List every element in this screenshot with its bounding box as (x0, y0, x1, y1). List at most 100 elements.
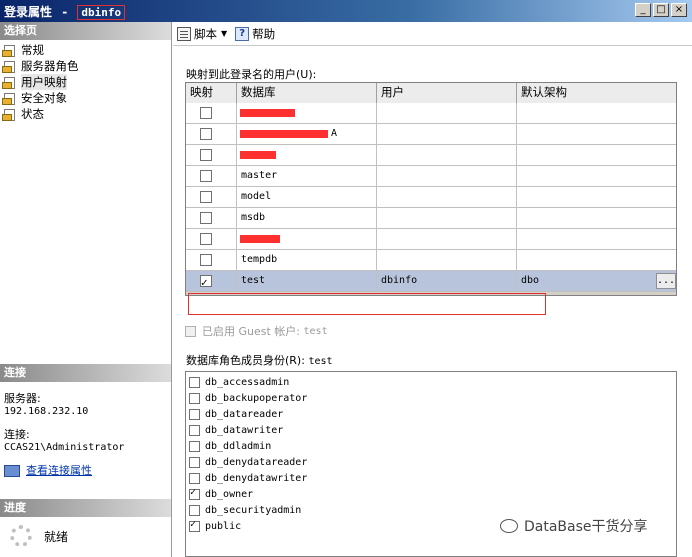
user-cell[interactable] (377, 250, 517, 271)
user-cell[interactable] (377, 124, 517, 145)
list-item[interactable]: db_denydatawriter (186, 470, 676, 486)
user-cell[interactable] (377, 229, 517, 250)
table-row[interactable] (186, 103, 676, 124)
page-item-general[interactable]: 常规 (2, 42, 171, 58)
script-label: 脚本 (194, 26, 217, 41)
role-checkbox[interactable] (189, 408, 200, 420)
map-checkbox[interactable] (200, 170, 212, 182)
default-schema-cell[interactable]: dbo... (517, 271, 676, 292)
default-schema-cell[interactable] (517, 208, 676, 229)
user-cell[interactable] (377, 145, 517, 166)
map-checkbox[interactable] (200, 128, 212, 140)
map-checkbox[interactable] (200, 212, 212, 224)
script-icon (177, 26, 191, 41)
map-checkbox[interactable] (200, 107, 212, 119)
column-header-database[interactable]: 数据库 (237, 83, 377, 104)
role-checkbox[interactable] (189, 472, 200, 484)
map-cell (186, 250, 237, 271)
column-header-default-schema[interactable]: 默认架构 (517, 83, 676, 104)
role-name: db_accessadmin (205, 376, 290, 388)
map-checkbox[interactable] (200, 254, 212, 266)
map-checkbox[interactable] (200, 149, 212, 161)
mapping-label: 映射到此登录名的用户(U): (186, 68, 317, 81)
table-row[interactable] (186, 145, 676, 166)
database-cell (237, 229, 377, 250)
table-row[interactable]: model (186, 187, 676, 208)
progress-spinner-icon (10, 525, 32, 547)
dropdown-arrow-icon[interactable]: ▼ (221, 29, 227, 38)
map-cell (186, 229, 237, 250)
map-checkbox[interactable] (200, 191, 212, 203)
list-item[interactable]: db_ddladmin (186, 438, 676, 454)
role-name: db_ddladmin (205, 440, 272, 452)
map-cell (186, 145, 237, 166)
page-item-user-mapping[interactable]: 用户映射 (2, 74, 171, 90)
map-checkbox[interactable] (200, 233, 212, 245)
default-schema-cell[interactable] (517, 250, 676, 271)
connection-section: 连接 服务器: 192.168.232.10 连接: CCAS21\Admini… (0, 364, 171, 477)
role-checkbox[interactable] (189, 440, 200, 452)
map-checkbox[interactable] (200, 273, 212, 293)
page-item-server-roles[interactable]: 服务器角色 (2, 58, 171, 74)
table-row[interactable]: A (186, 124, 676, 145)
database-cell: A (237, 124, 377, 145)
maximize-button[interactable]: □ (653, 3, 669, 17)
list-item[interactable]: db_owner (186, 486, 676, 502)
connection-value: CCAS21\Administrator (4, 442, 125, 453)
role-checkbox[interactable] (189, 519, 200, 532)
list-item[interactable]: db_datawriter (186, 422, 676, 438)
default-schema-cell[interactable] (517, 145, 676, 166)
column-header-user[interactable]: 用户 (377, 83, 517, 104)
table-row[interactable] (186, 229, 676, 250)
connection-label: 连接: (4, 428, 30, 441)
database-cell: msdb (237, 208, 377, 229)
default-schema-cell[interactable] (517, 103, 676, 124)
guest-enabled-label: 已启用 Guest 帐户: (202, 325, 301, 338)
user-cell[interactable] (377, 103, 517, 124)
default-schema-value: dbo (521, 275, 540, 286)
default-schema-cell[interactable] (517, 124, 676, 145)
role-checkbox[interactable] (189, 392, 200, 404)
window-title-login-name: dbinfo (77, 5, 126, 20)
list-item[interactable]: db_backupoperator (186, 390, 676, 406)
minimize-button[interactable]: _ (635, 3, 651, 17)
window-title-bar: 登录属性 - dbinfo _ □ × (0, 0, 692, 22)
default-schema-cell[interactable] (517, 187, 676, 208)
role-checkbox[interactable] (189, 504, 200, 516)
close-button[interactable]: × (671, 3, 687, 17)
default-schema-cell[interactable] (517, 166, 676, 187)
role-checkbox[interactable] (189, 487, 200, 500)
page-item-status[interactable]: 状态 (2, 106, 171, 122)
list-item[interactable]: db_denydatareader (186, 454, 676, 470)
role-name: db_owner (205, 488, 254, 500)
help-button[interactable]: ? 帮助 (235, 26, 275, 42)
column-header-map[interactable]: 映射 (186, 83, 237, 104)
database-cell: test (237, 271, 377, 292)
database-name: master (241, 170, 278, 181)
role-checkbox[interactable] (189, 424, 200, 436)
user-cell[interactable] (377, 166, 517, 187)
watermark: DataBase干货分享 (500, 516, 648, 536)
watermark-text: DataBase干货分享 (524, 519, 648, 535)
role-checkbox[interactable] (189, 456, 200, 468)
user-cell[interactable] (377, 187, 517, 208)
role-checkbox[interactable] (189, 376, 200, 388)
browse-schema-button[interactable]: ... (656, 273, 676, 289)
wechat-icon (500, 519, 518, 533)
user-cell[interactable] (377, 208, 517, 229)
guest-enabled-checkbox (185, 325, 196, 337)
view-connection-properties-link[interactable]: 查看连接属性 (4, 464, 171, 477)
table-row[interactable]: master (186, 166, 676, 187)
script-button[interactable]: 脚本 ▼ (177, 26, 227, 42)
table-row[interactable]: msdb (186, 208, 676, 229)
page-item-securables[interactable]: 安全对象 (2, 90, 171, 106)
database-name: msdb (241, 212, 266, 223)
list-item[interactable]: db_accessadmin (186, 374, 676, 390)
user-cell[interactable]: dbinfo (377, 271, 517, 292)
table-row[interactable]: tempdb (186, 250, 676, 271)
map-cell (186, 124, 237, 145)
view-connection-properties-label: 查看连接属性 (26, 464, 92, 477)
default-schema-cell[interactable] (517, 229, 676, 250)
table-row[interactable]: testdbinfodbo... (186, 271, 676, 293)
list-item[interactable]: db_datareader (186, 406, 676, 422)
